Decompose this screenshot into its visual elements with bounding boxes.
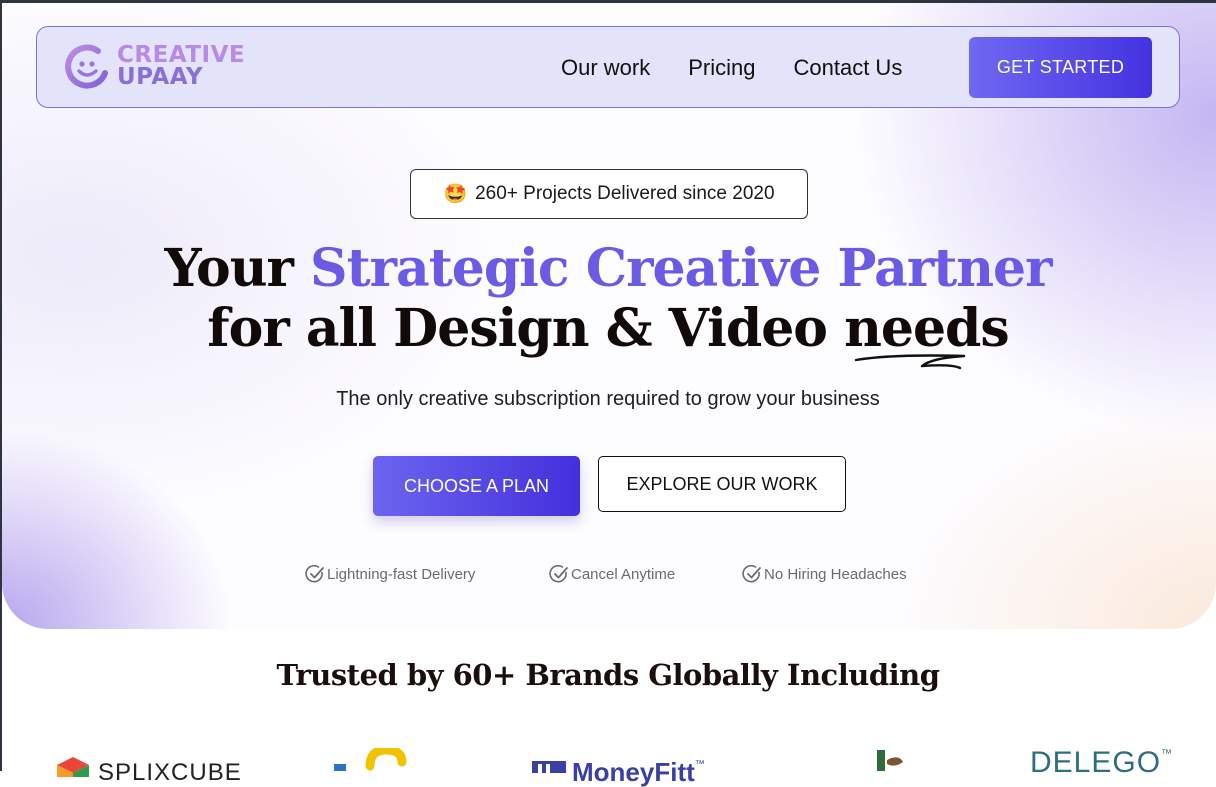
trademark-mark: ™: [694, 759, 705, 770]
brand-logo-splixcube: SPLIXCUBE: [56, 757, 242, 786]
logo-line-1: CREATIVE: [117, 42, 246, 68]
brand-logo-moneyfitt: MoneyFitt ™: [532, 759, 705, 785]
nav-link-pricing[interactable]: Pricing: [688, 55, 755, 81]
explore-work-button[interactable]: EXPLORE OUR WORK: [598, 456, 846, 512]
logo-line-2: UPAAY: [117, 64, 203, 90]
nav-link-contact-us[interactable]: Contact Us: [794, 55, 903, 81]
brand-logo-leaf: [873, 750, 915, 771]
headline-plain: Your: [164, 238, 311, 299]
scribble-underline-icon: [854, 354, 966, 370]
brand-logo-delego: DELEGO ™: [1030, 748, 1172, 778]
feature-cancel-anytime: Cancel Anytime: [549, 564, 675, 584]
logo[interactable]: CREATIVE UPAAY: [65, 43, 245, 89]
feature-no-hiring-headaches: No Hiring Headaches: [742, 564, 907, 584]
brand-name: DELEGO: [1030, 746, 1162, 779]
feature-label: Cancel Anytime: [571, 565, 676, 583]
logo-text: CREATIVE UPAAY: [117, 42, 246, 90]
nav-links: Our work Pricing Contact Us: [561, 55, 940, 81]
headline-line-1: Your Strategic Creative Partner: [0, 238, 1216, 299]
question-mark-logo-icon: [334, 745, 407, 771]
get-started-button[interactable]: GET STARTED: [969, 37, 1152, 98]
leaf-logo-icon: [877, 750, 903, 771]
feature-label: Lightning-fast Delivery: [327, 565, 476, 583]
brand-name: MoneyFitt: [572, 757, 695, 787]
smiley-logo-icon: [65, 44, 108, 89]
nav-link-our-work[interactable]: Our work: [561, 55, 650, 81]
trademark-mark: ™: [1161, 748, 1173, 760]
badge-text: 260+ Projects Delivered since 2020: [475, 183, 775, 204]
choose-plan-button[interactable]: CHOOSE A PLAN: [373, 456, 580, 516]
check-circle-icon: [549, 564, 568, 583]
brand-name: SPLIXCUBE: [98, 759, 242, 786]
brand-logo-question-mark: [330, 745, 410, 771]
headline-line-2: for all Design & Video needs: [207, 298, 1009, 359]
cube-logo-icon: [57, 757, 89, 777]
check-circle-icon: [742, 564, 761, 583]
subheadline: The only creative subscription required …: [336, 388, 880, 410]
star-struck-emoji-icon: 🤩: [443, 184, 468, 205]
feature-label: No Hiring Headaches: [764, 565, 907, 583]
trusted-heading: Trusted by 60+ Brands Globally Including: [276, 658, 940, 692]
projects-badge: 🤩 260+ Projects Delivered since 2020: [410, 169, 808, 219]
feature-lightning-delivery: Lightning-fast Delivery: [305, 564, 475, 584]
headline-accent: Strategic Creative Partner: [310, 238, 1052, 299]
check-circle-icon: [305, 564, 324, 583]
navbar: CREATIVE UPAAY Our work Pricing Contact …: [36, 26, 1180, 108]
